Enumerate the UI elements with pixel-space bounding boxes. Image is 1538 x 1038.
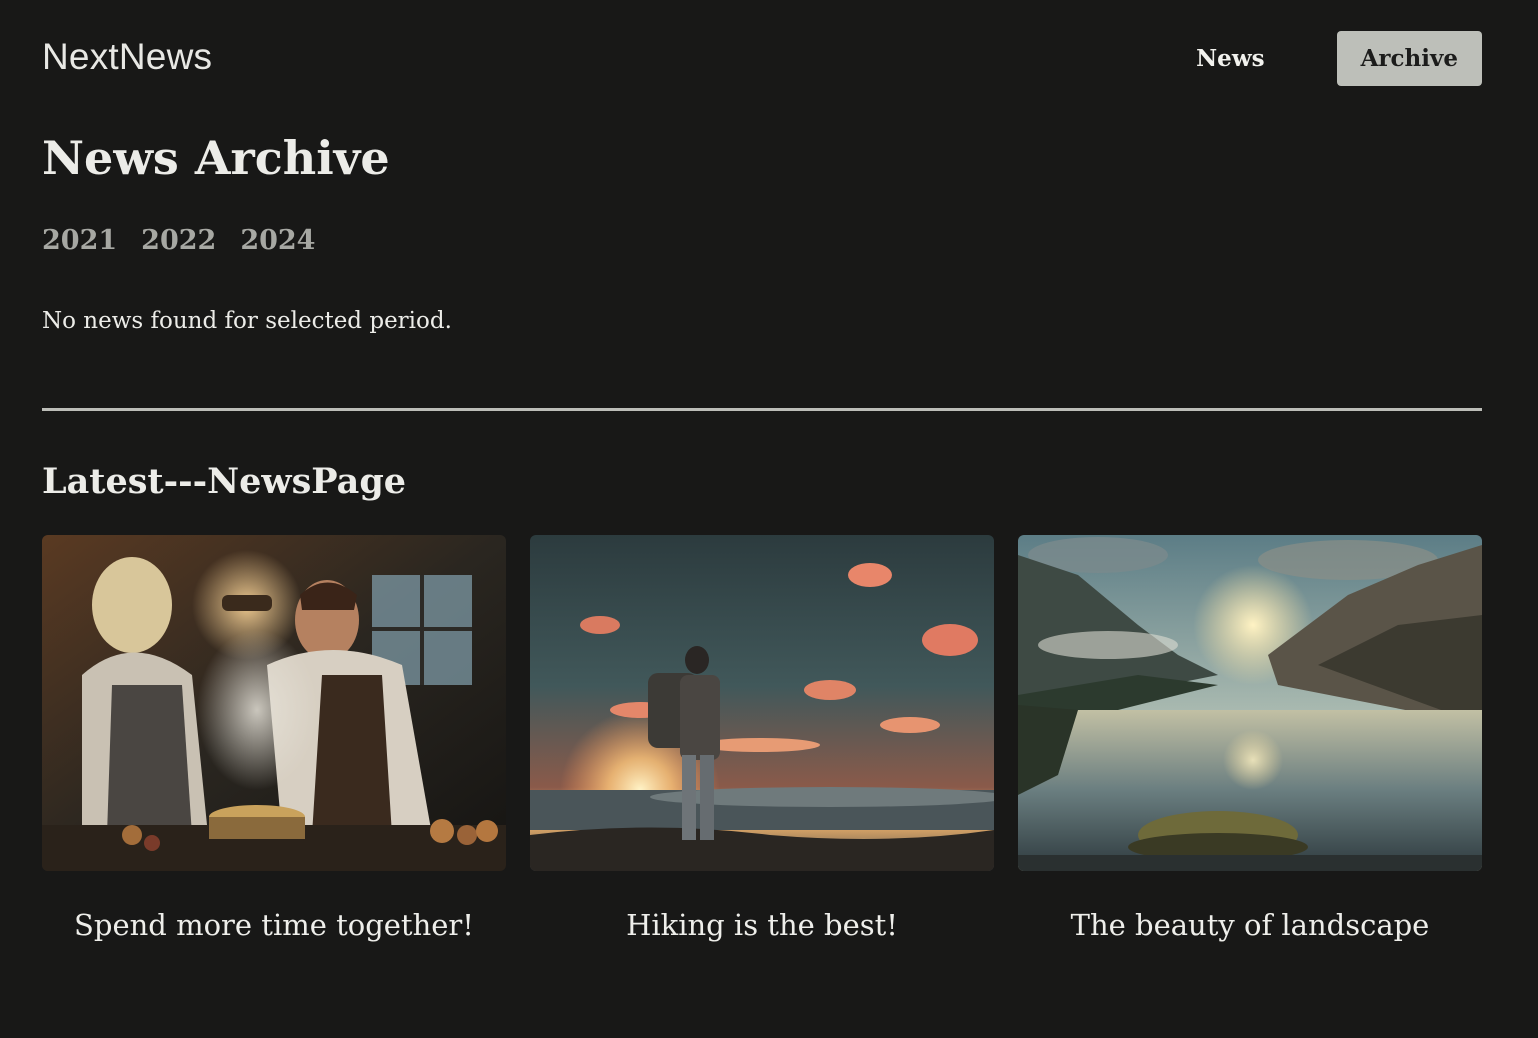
section-divider [42,408,1482,411]
news-card[interactable]: Spend more time together! [42,535,506,946]
page-title: News Archive [42,131,390,185]
news-card-image[interactable] [530,535,994,871]
news-card-title[interactable]: The beauty of landscape [1018,904,1482,946]
year-filter: 2021 2022 2024 [42,222,339,260]
news-card-title[interactable]: Hiking is the best! [530,904,994,946]
year-link-2021[interactable]: 2021 [42,222,117,260]
latest-news-heading: Latest---NewsPage [42,461,407,502]
news-card[interactable]: The beauty of landscape [1018,535,1482,946]
site-header: NextNews News Archive [42,0,1482,116]
site-logo[interactable]: NextNews [42,36,212,78]
main-nav: News Archive [1196,31,1482,86]
page-container: NextNews News Archive News Archive 2021 … [42,0,1482,942]
news-card-image[interactable] [42,535,506,871]
nav-archive-link[interactable]: Archive [1336,31,1482,86]
news-card-image[interactable] [1018,535,1482,871]
news-card[interactable]: Hiking is the best! [530,535,994,946]
news-card-title[interactable]: Spend more time together! [42,904,506,946]
year-link-2022[interactable]: 2022 [141,222,216,260]
latest-news-cards: Spend more time together! Hiking is the … [42,535,1482,946]
nav-news-link[interactable]: News [1196,31,1264,86]
empty-results-message: No news found for selected period. [42,308,452,334]
year-link-2024[interactable]: 2024 [240,222,315,260]
